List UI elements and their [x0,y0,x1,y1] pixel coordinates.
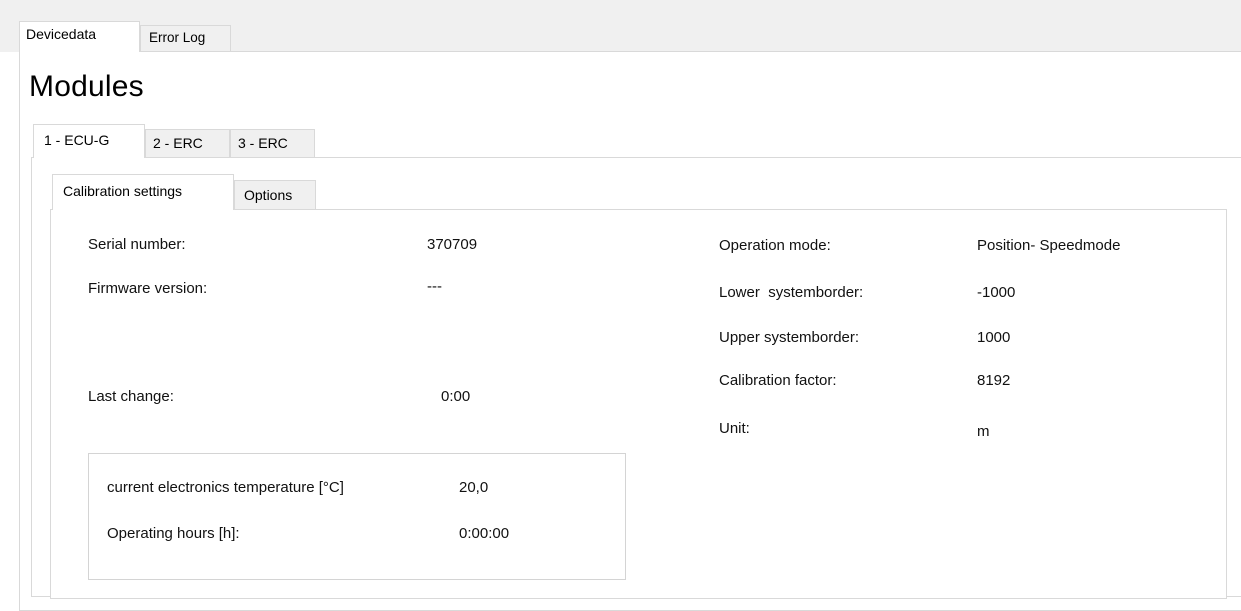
tab-error-log[interactable]: Error Log [140,25,231,51]
operation-mode-label: Operation mode: [719,237,831,254]
temperature-value: 20,0 [459,479,489,496]
operating-hours-value: 0:00:00 [459,525,510,542]
status-group-box [88,453,626,580]
firmware-version-label: Firmware version: [88,280,208,297]
last-change-value: 0:00 [441,388,471,405]
tab-calibration-settings[interactable]: Calibration settings [52,174,234,210]
firmware-version-value: --- [427,278,442,295]
tab-module-3-label: 3 - ERC [238,135,288,151]
upper-systemborder-value: 1000 [977,329,1011,346]
lower-systemborder-value: -1000 [977,284,1016,301]
tab-options[interactable]: Options [234,180,316,209]
serial-number-value: 370709 [427,236,478,253]
tab-module-1-label: 1 - ECU-G [44,132,110,148]
calibration-factor-value: 8192 [977,372,1011,389]
unit-value: m [977,423,990,440]
tab-devicedata[interactable]: Devicedata [19,21,140,52]
tab-error-log-label: Error Log [149,30,206,45]
last-change-label: Last change: [88,388,174,405]
tab-module-3-erc[interactable]: 3 - ERC [230,129,315,157]
operation-mode-value: Position- Speedmode [977,237,1121,254]
calibration-factor-label: Calibration factor: [719,372,837,389]
tab-module-1-ecu-g[interactable]: 1 - ECU-G [33,124,145,158]
tab-devicedata-label: Devicedata [26,26,97,42]
tab-module-2-erc[interactable]: 2 - ERC [145,129,230,157]
upper-systemborder-label: Upper systemborder: [719,329,860,346]
tab-options-label: Options [244,187,293,203]
tab-module-2-label: 2 - ERC [153,135,203,151]
unit-label: Unit: [719,420,750,437]
temperature-label: current electronics temperature [°C] [107,479,344,496]
page-title: Modules [29,70,144,103]
tab-calibration-settings-label: Calibration settings [63,183,183,199]
serial-number-label: Serial number: [88,236,186,253]
operating-hours-label: Operating hours [h]: [107,525,240,542]
lower-systemborder-label: Lower systemborder: [719,284,864,301]
